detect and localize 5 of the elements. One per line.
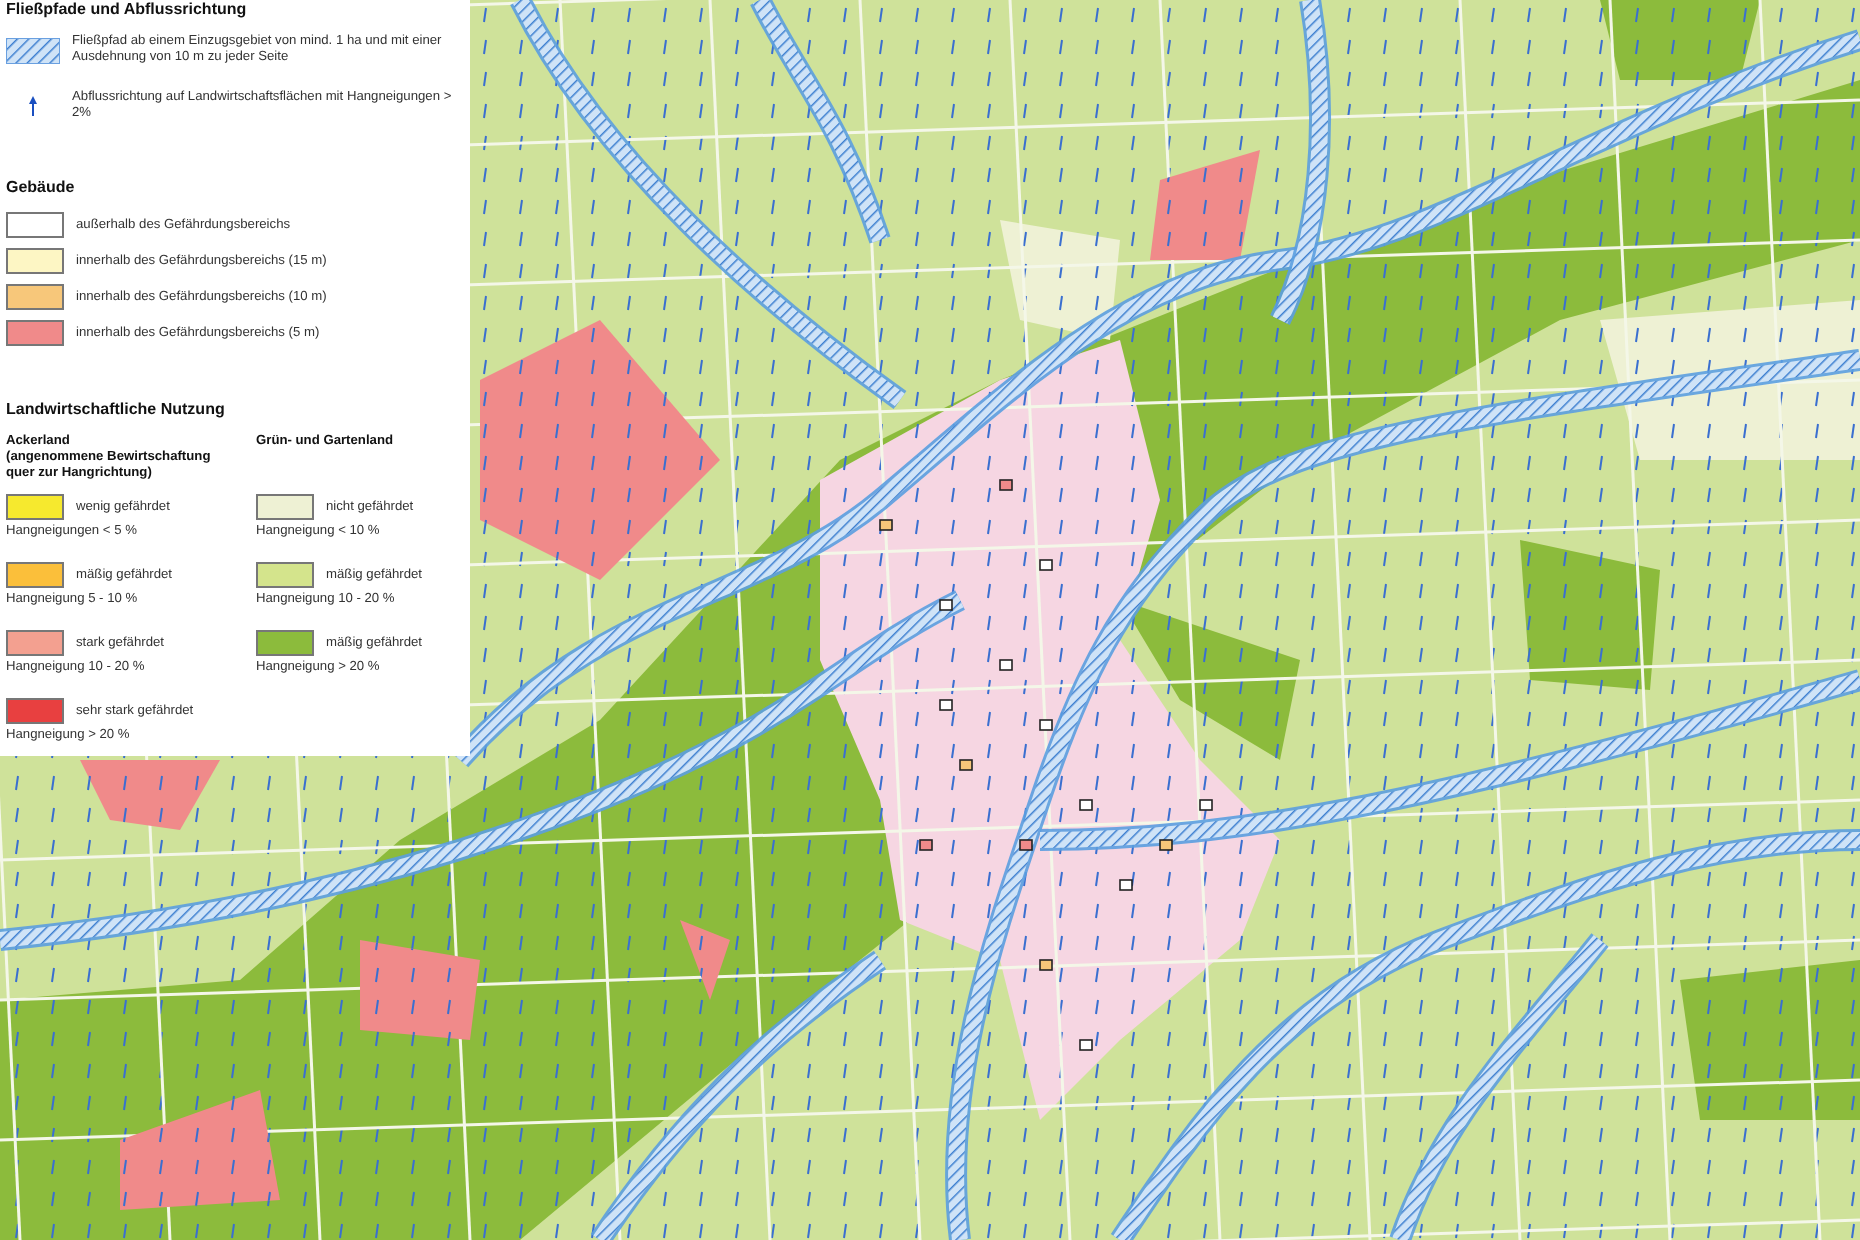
legend-heading: Landwirtschaftliche Nutzung [6,400,227,418]
arrow-icon [28,96,38,116]
legend-heading: Fließpfade und Abflussrichtung [6,0,249,18]
legend-heading: Gebäude [6,178,77,196]
hatch-swatch-icon [6,37,60,63]
